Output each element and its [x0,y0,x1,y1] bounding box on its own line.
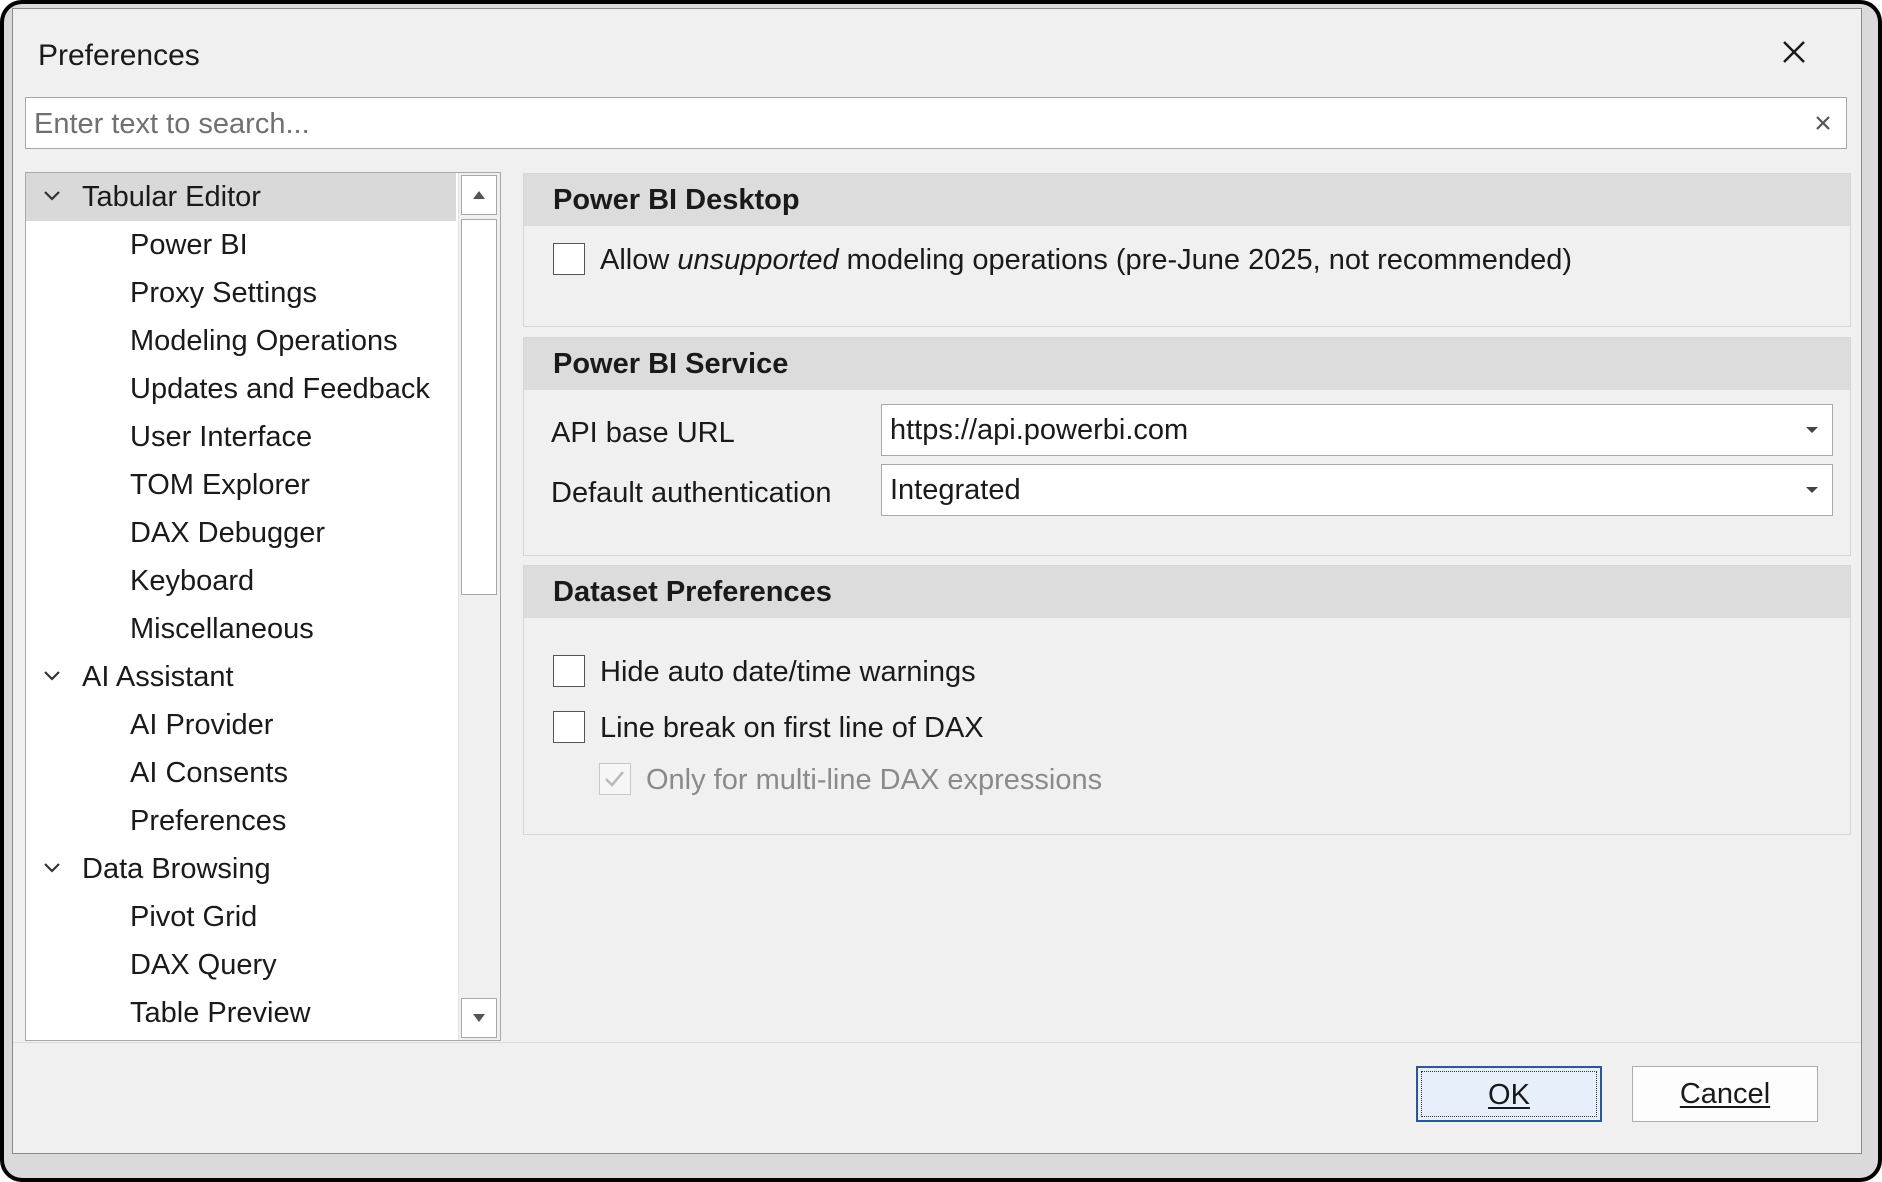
tree-item[interactable]: Preferences [26,797,456,845]
tree-item-label: AI Assistant [82,661,234,693]
tree-item[interactable]: AI Provider [26,701,456,749]
tree-item-label: Updates and Feedback [130,373,430,405]
tree-item-label: Miscellaneous [130,613,314,645]
tree-item-label: Table Preview [130,997,311,1029]
tree-item[interactable]: Modeling Operations [26,317,456,365]
default-auth-value: Integrated [890,474,1021,506]
api-base-url-value: https://api.powerbi.com [890,414,1189,446]
tree-item[interactable]: DAX Query [26,941,456,989]
tree-list: Tabular Editor Power BI Proxy Settings Mode… [26,173,456,1037]
tree-item-label: Pivot Grid [130,901,258,933]
tree-item[interactable]: User Interface [26,413,456,461]
tree-item-label: TOM Explorer [130,469,310,501]
title-bar: Preferences [13,9,1861,93]
tree-scrollbar[interactable] [458,173,500,1040]
scroll-thumb[interactable] [461,219,497,595]
checkmark-icon [605,771,624,787]
tree-item-label: User Interface [130,421,313,453]
tree-item-label: DAX Query [130,949,277,981]
group-power-bi-service: Power BI Service API base URL https://ap… [523,337,1851,556]
tree-group-item[interactable]: Tabular Editor [26,173,456,221]
tree-item-label: Tabular Editor [82,181,261,213]
search-box [25,97,1847,150]
allow-unsupported-checkbox[interactable] [553,243,585,275]
group-header-power-bi-service: Power BI Service [524,338,1850,390]
tree-item-label: Modeling Operations [130,325,398,357]
group-power-bi-desktop: Power BI Desktop Allow unsupported model… [523,173,1851,327]
tree-item-label: DAX Debugger [130,517,326,549]
hide-auto-date-label: Hide auto date/time warnings [600,656,976,688]
line-break-first-checkbox[interactable] [553,711,585,743]
tree-item[interactable]: TOM Explorer [26,461,456,509]
chevron-down-icon[interactable] [39,183,65,209]
tree-group-item[interactable]: Data Browsing [26,845,456,893]
tree-item[interactable]: AI Consents [26,749,456,797]
window-frame: Preferences Tabular Editor Power BI Proxy … [0,0,1882,1182]
tree-item[interactable]: Table Preview [26,989,456,1037]
tree-item[interactable]: Miscellaneous [26,605,456,653]
default-auth-label: Default authentication [551,477,832,509]
search-input[interactable] [32,98,1796,150]
dropdown-arrow-icon [1806,487,1818,493]
tree-item[interactable]: Proxy Settings [26,269,456,317]
default-auth-combo[interactable]: Integrated [881,464,1833,516]
chevron-down-icon[interactable] [39,663,65,689]
tree-group-item[interactable]: AI Assistant [26,653,456,701]
scroll-down-arrow-icon [473,1014,485,1022]
hide-auto-date-checkbox[interactable] [553,655,585,687]
tree-item-label: Data Browsing [82,853,271,885]
tree-item-label: AI Consents [130,757,288,789]
dialog-title: Preferences [38,39,200,72]
ok-button[interactable]: OK [1416,1066,1602,1122]
only-multiline-label: Only for multi-line DAX expressions [646,764,1103,796]
api-base-url-label: API base URL [551,417,735,449]
line-break-first-label: Line break on first line of DAX [600,712,984,744]
dropdown-arrow-icon [1806,427,1818,433]
scroll-down-button[interactable] [461,998,497,1038]
scroll-up-arrow-icon [473,191,485,199]
cancel-button[interactable]: Cancel [1632,1066,1818,1122]
preferences-tree: Tabular Editor Power BI Proxy Settings Mode… [25,172,501,1041]
chevron-down-icon[interactable] [39,855,65,881]
group-header-power-bi-desktop: Power BI Desktop [524,174,1850,226]
scroll-up-button[interactable] [461,175,497,215]
group-dataset-preferences: Dataset Preferences Hide auto date/time … [523,565,1851,835]
only-multiline-checkbox [599,763,631,795]
api-base-url-combo[interactable]: https://api.powerbi.com [881,404,1833,456]
close-icon[interactable] [1771,29,1817,75]
tree-item-label: Keyboard [130,565,255,597]
clear-icon[interactable] [1806,106,1840,140]
group-header-dataset-preferences: Dataset Preferences [524,566,1850,618]
tree-item-label: Preferences [130,805,287,837]
allow-unsupported-label: Allow unsupported modeling operations (p… [600,244,1573,276]
tree-item[interactable]: Updates and Feedback [26,365,456,413]
tree-item[interactable]: Keyboard [26,557,456,605]
tree-item-label: Power BI [130,229,248,261]
tree-item-label: Proxy Settings [130,277,317,309]
tree-item[interactable]: DAX Debugger [26,509,456,557]
preferences-dialog: Preferences Tabular Editor Power BI Proxy … [12,8,1862,1154]
tree-item[interactable]: Power BI [26,221,456,269]
tree-item[interactable]: Pivot Grid [26,893,456,941]
tree-item-label: AI Provider [130,709,274,741]
